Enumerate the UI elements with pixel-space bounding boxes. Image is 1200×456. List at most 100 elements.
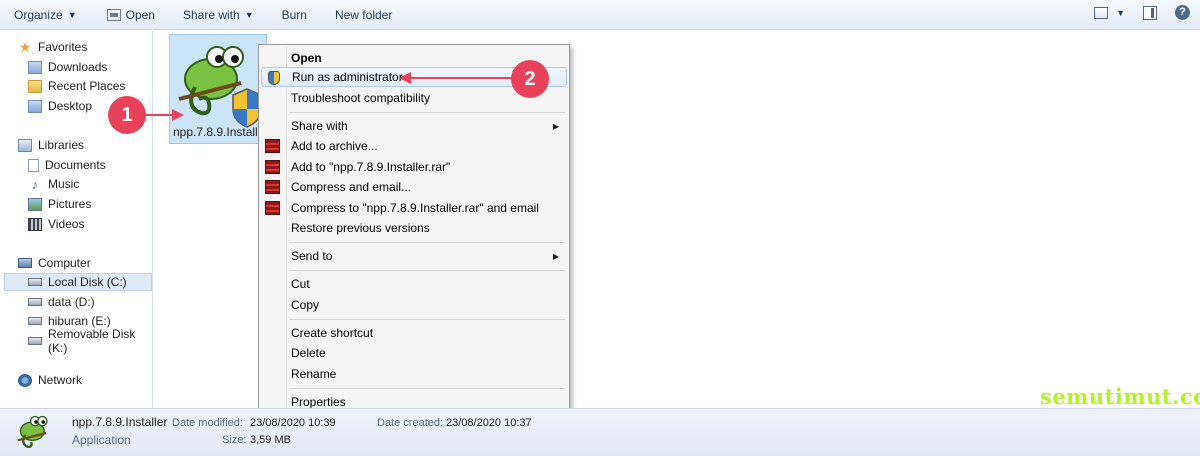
burn-button[interactable]: Burn bbox=[274, 3, 315, 27]
details-size: 3,59 MB bbox=[250, 434, 291, 446]
nav-data-d[interactable]: data (D:) bbox=[28, 293, 153, 311]
details-date-modified-label: Date modified: bbox=[172, 417, 243, 429]
library-icon bbox=[18, 138, 32, 152]
nav-network-label: Network bbox=[38, 373, 83, 387]
video-icon bbox=[28, 217, 42, 231]
menu-item-copy[interactable]: Copy bbox=[261, 295, 567, 315]
chevron-down-icon: ▼ bbox=[67, 9, 77, 20]
context-menu: Open Run as administrator Troubleshoot c… bbox=[258, 44, 570, 413]
folder-icon bbox=[28, 79, 42, 93]
menu-item-add-to-rar[interactable]: Add to "npp.7.8.9.Installer.rar" bbox=[261, 157, 567, 177]
help-icon[interactable]: ? bbox=[1175, 5, 1190, 20]
menu-item-label: Open bbox=[291, 51, 322, 65]
menu-item-label: Compress and email... bbox=[291, 180, 412, 194]
folder-icon bbox=[28, 60, 42, 74]
menu-item-label: Share with bbox=[291, 119, 348, 133]
nav-computer[interactable]: Computer bbox=[18, 254, 153, 272]
details-date-created-label: Date created: bbox=[377, 417, 444, 429]
nav-downloads[interactable]: Downloads bbox=[28, 58, 153, 76]
share-with-label: Share with bbox=[182, 7, 240, 22]
details-date-created: 23/08/2020 10:37 bbox=[446, 417, 532, 429]
winrar-icon bbox=[265, 180, 280, 194]
menu-separator bbox=[289, 270, 565, 271]
nav-pictures[interactable]: Pictures bbox=[28, 195, 153, 213]
nav-item-label: data (D:) bbox=[48, 295, 95, 309]
menu-item-label: Compress to "npp.7.8.9.Installer.rar" an… bbox=[291, 201, 539, 215]
share-with-button[interactable]: Share with ▼ bbox=[175, 3, 262, 27]
menu-item-cut[interactable]: Cut bbox=[261, 274, 567, 294]
menu-item-create-shortcut[interactable]: Create shortcut bbox=[261, 323, 567, 343]
winrar-icon bbox=[265, 160, 280, 174]
menu-item-compress-and-email[interactable]: Compress and email... bbox=[261, 177, 567, 197]
menu-item-compress-to-rar-and-email[interactable]: Compress to "npp.7.8.9.Installer.rar" an… bbox=[261, 198, 567, 218]
menu-item-send-to[interactable]: Send to ▶ bbox=[261, 246, 567, 266]
menu-item-restore-previous-versions[interactable]: Restore previous versions bbox=[261, 218, 567, 238]
submenu-arrow-icon: ▶ bbox=[552, 121, 559, 131]
command-bar: Organize ▼ Open Share with ▼ Burn New fo… bbox=[0, 0, 1200, 30]
menu-item-label: Properties bbox=[291, 395, 346, 409]
step-1-badge: 1 bbox=[108, 96, 146, 134]
new-folder-button[interactable]: New folder bbox=[327, 3, 400, 27]
nav-computer-label: Computer bbox=[38, 256, 91, 270]
organize-label: Organize bbox=[14, 7, 63, 22]
toolbar-right: ▼ ? bbox=[1094, 5, 1190, 20]
nav-recent-places[interactable]: Recent Places bbox=[28, 77, 153, 95]
menu-item-delete[interactable]: Delete bbox=[261, 343, 567, 363]
menu-item-label: Add to "npp.7.8.9.Installer.rar" bbox=[291, 160, 451, 174]
menu-item-label: Rename bbox=[291, 367, 337, 381]
menu-separator bbox=[289, 319, 565, 320]
menu-item-share-with[interactable]: Share with ▶ bbox=[261, 116, 567, 136]
menu-separator bbox=[289, 388, 565, 389]
open-label: Open bbox=[125, 7, 155, 22]
nav-item-label: hiburan (E:) bbox=[48, 314, 111, 328]
menu-item-label: Add to archive... bbox=[291, 139, 378, 153]
nav-local-disk-c[interactable]: Local Disk (C:) bbox=[4, 273, 152, 291]
chevron-down-icon[interactable]: ▼ bbox=[1116, 8, 1125, 18]
nav-item-label: Recent Places bbox=[48, 79, 126, 93]
menu-item-label: Troubleshoot compatibility bbox=[291, 91, 430, 105]
organize-button[interactable]: Organize ▼ bbox=[6, 3, 85, 27]
step-2-badge: 2 bbox=[511, 60, 549, 98]
menu-item-add-to-archive[interactable]: Add to archive... bbox=[261, 136, 567, 156]
nav-network[interactable]: Network bbox=[18, 371, 153, 389]
notepad-plus-plus-icon bbox=[178, 46, 262, 128]
menu-item-label: Cut bbox=[291, 277, 310, 291]
arrow-head-icon bbox=[399, 72, 411, 84]
menu-item-label: Delete bbox=[291, 346, 326, 360]
nav-item-label: Downloads bbox=[48, 60, 108, 74]
submenu-arrow-icon: ▶ bbox=[552, 251, 559, 261]
star-icon: ★ bbox=[18, 38, 32, 55]
nav-item-label: Desktop bbox=[48, 99, 93, 113]
nav-removable-disk-k[interactable]: Removable Disk (K:) bbox=[28, 327, 153, 355]
menu-item-label: Restore previous versions bbox=[291, 221, 430, 235]
removable-disk-icon bbox=[28, 337, 42, 345]
preview-pane-icon[interactable] bbox=[1143, 5, 1157, 20]
picture-icon bbox=[28, 197, 42, 211]
details-pane: npp.7.8.9.Installer Application Date mod… bbox=[0, 408, 1200, 456]
nav-item-label: Documents bbox=[45, 158, 106, 172]
chevron-down-icon: ▼ bbox=[244, 9, 254, 20]
navigation-pane: ★ Favorites Downloads Recent Places Desk… bbox=[0, 31, 153, 408]
nav-libraries[interactable]: Libraries bbox=[18, 136, 153, 154]
nav-music[interactable]: ♪ Music bbox=[28, 175, 153, 193]
nav-item-label: Pictures bbox=[48, 197, 92, 211]
winrar-icon bbox=[265, 201, 280, 215]
nav-videos[interactable]: Videos bbox=[28, 215, 153, 233]
network-icon bbox=[18, 373, 32, 387]
open-button[interactable]: Open bbox=[99, 3, 163, 27]
desktop-icon bbox=[28, 99, 42, 113]
menu-separator bbox=[289, 112, 565, 113]
open-icon bbox=[106, 8, 121, 21]
nav-item-label: Music bbox=[48, 177, 80, 191]
nav-favorites[interactable]: ★ Favorites bbox=[18, 38, 153, 56]
menu-item-rename[interactable]: Rename bbox=[261, 364, 567, 384]
uac-shield-icon bbox=[268, 71, 280, 85]
nav-documents[interactable]: Documents bbox=[28, 156, 153, 174]
menu-separator bbox=[289, 242, 565, 243]
nav-item-label: Local Disk (C:) bbox=[48, 275, 127, 289]
change-view-icon[interactable] bbox=[1094, 6, 1109, 19]
menu-item-label: Send to bbox=[291, 249, 333, 263]
notepad-plus-plus-icon bbox=[17, 415, 48, 448]
step-2-arrow bbox=[410, 77, 512, 79]
menu-item-label: Copy bbox=[291, 298, 320, 312]
